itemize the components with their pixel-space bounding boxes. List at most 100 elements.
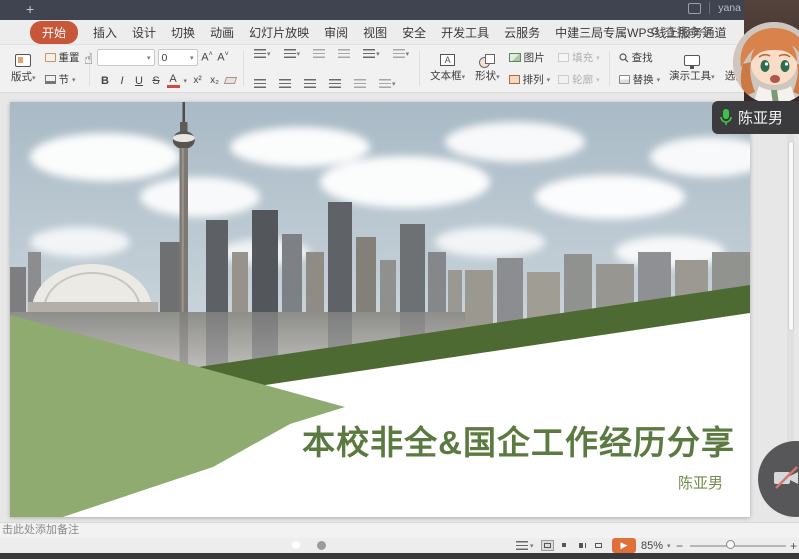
picture-button[interactable]: 图片 — [507, 49, 553, 66]
distribute-button[interactable] — [351, 79, 369, 88]
subscript-button[interactable]: x₂ — [208, 75, 221, 86]
line-spacing-button[interactable]: ▾ — [360, 49, 383, 58]
italic-button[interactable]: I — [116, 75, 129, 87]
bold-button[interactable]: B — [99, 75, 112, 87]
fill-button[interactable]: 填充▾ — [556, 49, 602, 66]
toolbar-separator — [243, 51, 244, 86]
toolbar-separator — [419, 51, 420, 86]
window-bottom-edge — [0, 553, 799, 559]
camera-off-icon — [772, 465, 799, 491]
toolbar-separator — [609, 51, 610, 86]
textbox-button[interactable]: A 文本框▾ — [425, 48, 470, 89]
find-command[interactable]: 查找命令 — [651, 24, 711, 40]
window-titlebar: + yana — [0, 0, 799, 20]
account-name[interactable]: yana — [718, 2, 741, 14]
font-color-button[interactable]: A — [167, 73, 180, 88]
align-right-button[interactable] — [301, 79, 319, 88]
outline-icon — [558, 75, 569, 84]
slide-author[interactable]: 陈亚男 — [678, 472, 723, 493]
justify-button[interactable] — [326, 79, 344, 88]
slide-title[interactable]: 本校非全&国企工作经历分享 — [302, 416, 735, 464]
presentation-tools-button[interactable]: 演示工具▾ — [664, 48, 720, 89]
find-command-label: 查找命令 — [665, 24, 711, 40]
outline-button[interactable]: 轮廓▾ — [556, 71, 602, 88]
search-icon — [619, 53, 629, 63]
numbering-button[interactable]: ▾ — [281, 49, 304, 58]
tab-review[interactable]: 审阅 — [324, 24, 348, 41]
view-sorter-button[interactable] — [559, 540, 572, 551]
shrink-font-button[interactable]: A˅ — [217, 51, 230, 64]
underline-button[interactable]: U — [133, 75, 146, 87]
section-button[interactable]: 节▾ — [43, 71, 82, 88]
cursor-hand-icon: ☝ — [84, 50, 93, 68]
new-tab-button[interactable]: + — [26, 1, 34, 17]
notes-placeholder: 击此处添加备注 — [2, 524, 79, 536]
indicator-dot-gray — [317, 541, 326, 550]
monitor-icon — [684, 55, 700, 66]
tab-home[interactable]: 开始 — [30, 21, 78, 44]
arrange-button[interactable]: 排列▾ — [507, 71, 553, 88]
layout-button[interactable]: 版式▾ — [6, 48, 41, 89]
zoom-slider-thumb[interactable] — [726, 540, 735, 549]
titlebar-divider — [709, 2, 710, 14]
zoom-in-button[interactable]: + — [790, 539, 797, 553]
scrollbar-thumb[interactable] — [788, 141, 794, 331]
textbox-icon: A — [440, 54, 455, 66]
replace-button[interactable]: 替换▾ — [617, 71, 663, 88]
shapes-button[interactable]: 形状▾ — [470, 48, 505, 89]
arrange-icon — [509, 75, 520, 84]
slide-canvas[interactable]: 本校非全&国企工作经历分享 陈亚男 — [10, 102, 750, 517]
font-size-select[interactable]: 0▾ — [158, 49, 198, 66]
editor-workspace: 本校非全&国企工作经历分享 陈亚男 — [0, 93, 799, 522]
decrease-indent-button[interactable] — [310, 49, 328, 58]
indicator-dot-white — [292, 541, 300, 549]
tab-view[interactable]: 视图 — [363, 24, 387, 41]
align-center-button[interactable] — [276, 79, 294, 88]
superscript-button[interactable]: x² — [191, 75, 204, 86]
font-name-select[interactable]: ▾ — [97, 49, 155, 66]
tab-devtools[interactable]: 开发工具 — [441, 24, 489, 41]
search-icon — [651, 27, 661, 37]
section-icon — [45, 75, 56, 84]
participant-name-pill[interactable]: 陈亚男 — [712, 101, 799, 134]
reset-button[interactable]: 重置 — [43, 49, 82, 66]
grow-font-button[interactable]: A˄ — [201, 51, 214, 64]
clear-format-icon[interactable] — [224, 77, 237, 84]
view-reading-button[interactable] — [576, 540, 589, 551]
tab-transitions[interactable]: 切换 — [171, 24, 195, 41]
notes-icon — [516, 541, 528, 550]
columns-button[interactable]: ▾ — [376, 79, 399, 88]
bullets-button[interactable]: ▾ — [251, 49, 274, 58]
status-bar: ▾ ▶ 85% ▾ − + — [0, 538, 799, 553]
tab-animations[interactable]: 动画 — [210, 24, 234, 41]
zoom-caret[interactable]: ▾ — [667, 542, 671, 550]
reset-icon — [45, 53, 56, 62]
tab-slideshow[interactable]: 幻灯片放映 — [249, 24, 309, 41]
slideshow-play-button[interactable]: ▶ — [612, 538, 636, 553]
view-projector-button[interactable] — [592, 540, 605, 551]
text-direction-button[interactable]: ▾ — [390, 49, 413, 58]
font-color-caret[interactable]: ▾ — [184, 77, 188, 85]
ribbon-toolbar: 版式▾ 重置 节▾ ▾ 0▾ A˄ A˅ B I U S A — [0, 45, 799, 93]
tab-insert[interactable]: 插入 — [93, 24, 117, 41]
align-left-button[interactable] — [251, 79, 269, 88]
notes-toggle-button[interactable]: ▾ — [516, 541, 534, 550]
window-mode-icon[interactable] — [688, 3, 701, 14]
zoom-level[interactable]: 85% — [641, 540, 663, 552]
zoom-out-button[interactable]: − — [676, 539, 683, 553]
tab-design[interactable]: 设计 — [132, 24, 156, 41]
notes-panel[interactable]: 击此处添加备注 — [0, 522, 799, 538]
tab-security[interactable]: 安全 — [402, 24, 426, 41]
fill-icon — [558, 53, 569, 62]
view-normal-button[interactable] — [541, 540, 554, 551]
picture-icon — [509, 53, 521, 62]
shapes-icon — [479, 54, 495, 66]
strikethrough-button[interactable]: S — [150, 75, 163, 87]
find-button[interactable]: 查找 — [617, 49, 663, 66]
mic-on-icon — [720, 109, 732, 126]
increase-indent-button[interactable] — [335, 49, 353, 58]
layout-icon — [15, 54, 31, 67]
replace-icon — [619, 75, 630, 84]
zoom-slider-track[interactable] — [690, 545, 786, 547]
tab-cloud[interactable]: 云服务 — [504, 24, 540, 41]
